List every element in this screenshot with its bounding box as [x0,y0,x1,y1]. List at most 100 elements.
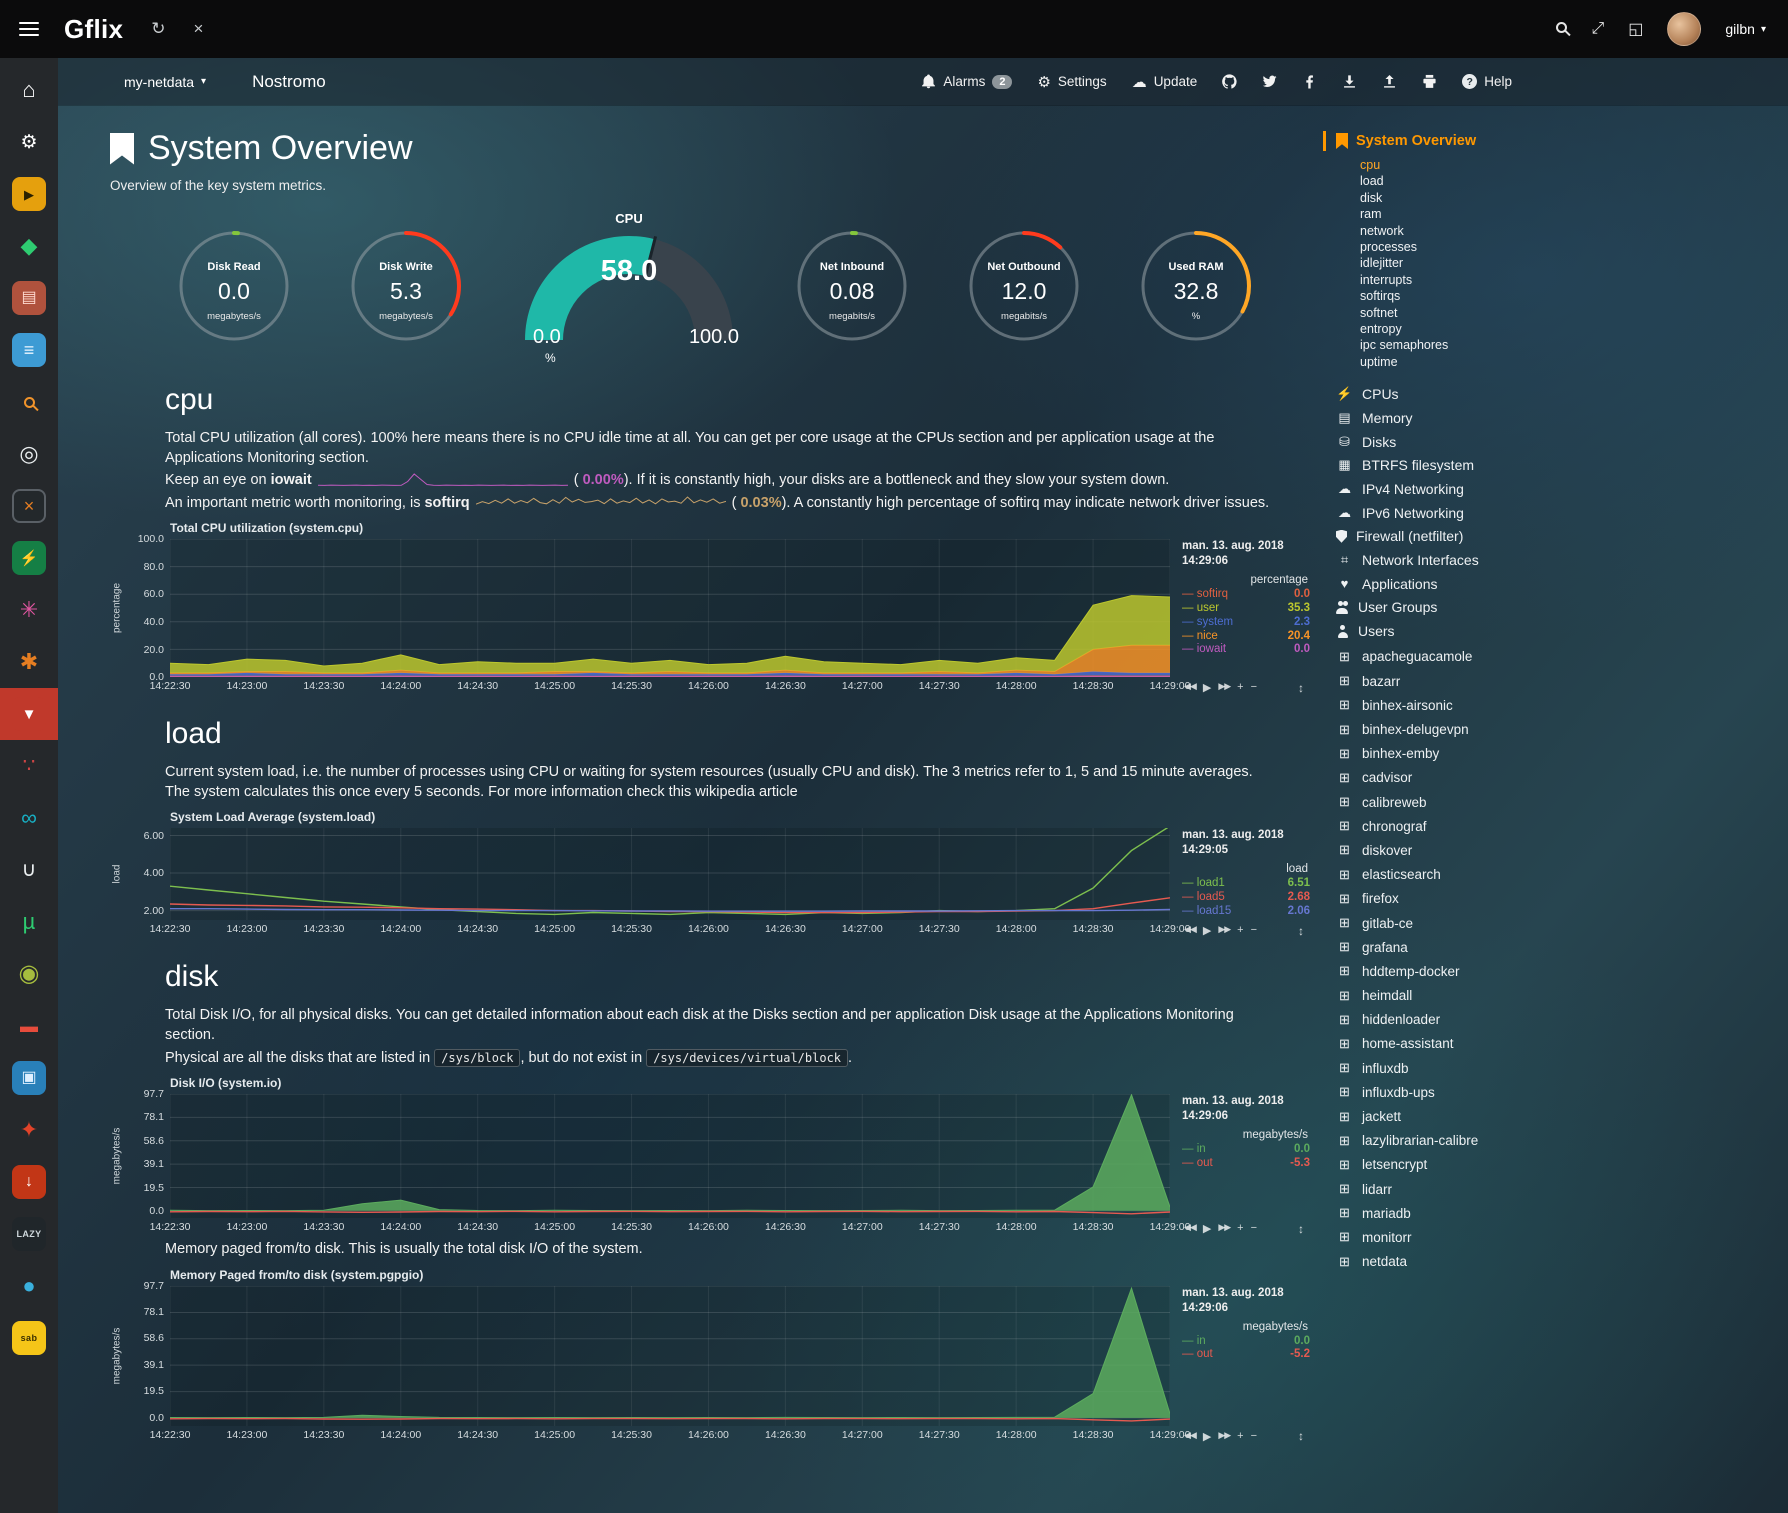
legend-item-load1[interactable]: — load16.51 [1182,877,1310,891]
sidebar-app-3[interactable]: ▤ [0,272,58,324]
submenu-item-idlejitter[interactable]: idlejitter [1360,255,1788,271]
submenu-item-entropy[interactable]: entropy [1360,321,1788,337]
zoom-out-icon[interactable]: − [1251,1222,1257,1235]
print-icon[interactable] [1422,74,1437,89]
sidebar-app-netdata[interactable]: ▼ [0,688,58,740]
legend-item-softirq[interactable]: — softirq0.0 [1182,588,1310,602]
chart-resize-handle[interactable]: ↕ [1298,924,1304,938]
zoom-in-icon[interactable]: + [1237,1222,1243,1235]
hamburger-menu-button[interactable] [0,0,58,58]
sidebar-app-15[interactable]: ▬ [0,1000,58,1052]
sidebar-app-gitlab[interactable]: ✦ [0,1104,58,1156]
play-icon[interactable]: ▶ [1203,1222,1211,1235]
submenu-item-softnet[interactable]: softnet [1360,305,1788,321]
upload-icon[interactable] [1382,74,1397,89]
sidebar-app-7[interactable]: ⚡ [0,532,58,584]
legend-item-load15[interactable]: — load152.06 [1182,905,1310,919]
sidebar-app-16[interactable]: ▣ [0,1052,58,1104]
menu-item-cpus[interactable]: ⚡CPUs [1336,382,1788,406]
menu-item-monitorr[interactable]: ⊞monitorr [1336,1225,1788,1249]
submenu-item-ipc-semaphores[interactable]: ipc semaphores [1360,337,1788,353]
menu-item-influxdb-ups[interactable]: ⊞influxdb-ups [1336,1080,1788,1104]
pan-right-icon[interactable]: ▶▶ [1218,1430,1230,1443]
sidebar-app-12[interactable]: ∪ [0,844,58,896]
submenu-item-network[interactable]: network [1360,223,1788,239]
submenu-item-processes[interactable]: processes [1360,239,1788,255]
menu-item-btrfs-filesystem[interactable]: ▦BTRFS filesystem [1336,453,1788,477]
menu-item-ipv6-networking[interactable]: ☁IPv6 Networking [1336,501,1788,525]
sidebar-app-jackett[interactable] [0,376,58,428]
menu-item-elasticsearch[interactable]: ⊞elasticsearch [1336,863,1788,887]
play-icon[interactable]: ▶ [1203,681,1211,694]
submenu-item-interrupts[interactable]: interrupts [1360,272,1788,288]
menu-item-grafana[interactable]: ⊞grafana [1336,935,1788,959]
update-button[interactable]: ☁ Update [1132,73,1198,91]
menu-item-ipv4-networking[interactable]: ☁IPv4 Networking [1336,477,1788,501]
avatar[interactable] [1667,12,1701,46]
menu-item-binhex-airsonic[interactable]: ⊞binhex-airsonic [1336,693,1788,717]
settings-button[interactable]: ⚙ Settings [1037,73,1106,91]
menu-item-chronograf[interactable]: ⊞chronograf [1336,814,1788,838]
wikipedia-link[interactable]: wikipedia article [695,784,797,800]
zoom-out-icon[interactable]: − [1251,924,1257,937]
github-icon[interactable] [1222,74,1237,89]
menu-item-letsencrypt[interactable]: ⊞letsencrypt [1336,1153,1788,1177]
submenu-item-load[interactable]: load [1360,173,1788,189]
menu-item-lazylibrarian-calibre[interactable]: ⊞lazylibrarian-calibre [1336,1129,1788,1153]
legend-item-iowait[interactable]: — iowait0.0 [1182,643,1310,657]
sidebar-app-8[interactable]: ✳ [0,584,58,636]
menu-item-memory[interactable]: ▤Memory [1336,406,1788,430]
sidebar-settings-icon[interactable]: ⚙ [0,116,58,168]
menu-item-user-groups[interactable]: User Groups [1336,595,1788,619]
menu-item-diskover[interactable]: ⊞diskover [1336,838,1788,862]
zoom-out-icon[interactable]: − [1251,681,1257,694]
legend-item-user[interactable]: — user35.3 [1182,602,1310,616]
help-button[interactable]: ? Help [1462,74,1512,89]
legend-item-load5[interactable]: — load52.68 [1182,891,1310,905]
sidebar-app-5[interactable]: ◎ [0,428,58,480]
sidebar-home-icon[interactable]: ⌂ [0,64,58,116]
search-icon[interactable] [1556,20,1567,38]
user-menu[interactable]: gilbn ▾ [1725,21,1766,37]
legend-item-system[interactable]: — system2.3 [1182,616,1310,630]
sidebar-app-4[interactable]: ≡ [0,324,58,376]
play-icon[interactable]: ▶ [1203,1430,1211,1443]
menu-item-firefox[interactable]: ⊞firefox [1336,887,1788,911]
pan-right-icon[interactable]: ▶▶ [1218,681,1230,694]
facebook-icon[interactable] [1302,74,1317,89]
menu-system-overview[interactable]: System Overview [1323,131,1788,151]
menu-item-users[interactable]: Users [1336,619,1788,643]
menu-item-disks[interactable]: ⛁Disks [1336,430,1788,454]
windows-icon[interactable]: ◱ [1628,19,1643,39]
menu-item-applications[interactable]: ♥Applications [1336,572,1788,596]
zoom-out-icon[interactable]: − [1251,1430,1257,1443]
submenu-item-cpu[interactable]: cpu [1360,157,1788,173]
menu-item-netdata[interactable]: ⊞netdata [1336,1250,1788,1274]
submenu-item-softirqs[interactable]: softirqs [1360,288,1788,304]
menu-item-hiddenloader[interactable]: ⊞hiddenloader [1336,1008,1788,1032]
sidebar-app-6[interactable]: × [0,480,58,532]
sidebar-app-9[interactable]: ✱ [0,636,58,688]
legend-item-nice[interactable]: — nice20.4 [1182,630,1310,644]
menu-item-mariadb[interactable]: ⊞mariadb [1336,1201,1788,1225]
menu-item-lidarr[interactable]: ⊞lidarr [1336,1177,1788,1201]
sidebar-app-13[interactable]: µ [0,896,58,948]
menu-item-network-interfaces[interactable]: ⌗Network Interfaces [1336,548,1788,572]
sidebar-app-plex[interactable]: ▶ [0,168,58,220]
submenu-item-disk[interactable]: disk [1360,190,1788,206]
sidebar-app-sabnzbd[interactable]: sab [0,1312,58,1364]
host-dropdown[interactable]: my-netdata ▾ [124,74,206,90]
sidebar-app-lazylibrarian[interactable]: LAZY [0,1208,58,1260]
fullscreen-icon[interactable]: ⤢ [1591,20,1604,38]
chart-resize-handle[interactable]: ↕ [1298,681,1304,695]
zoom-in-icon[interactable]: + [1237,924,1243,937]
legend-item-out[interactable]: — out-5.2 [1182,1348,1310,1362]
chart-resize-handle[interactable]: ↕ [1298,1222,1304,1236]
menu-item-hddtemp-docker[interactable]: ⊞hddtemp-docker [1336,959,1788,983]
alarms-button[interactable]: Alarms 2 [921,74,1012,89]
sidebar-app-11[interactable]: ∞ [0,792,58,844]
menu-item-jackett[interactable]: ⊞jackett [1336,1104,1788,1128]
menu-item-heimdall[interactable]: ⊞heimdall [1336,983,1788,1007]
sidebar-app-18[interactable]: ● [0,1260,58,1312]
menu-item-bazarr[interactable]: ⊞bazarr [1336,669,1788,693]
